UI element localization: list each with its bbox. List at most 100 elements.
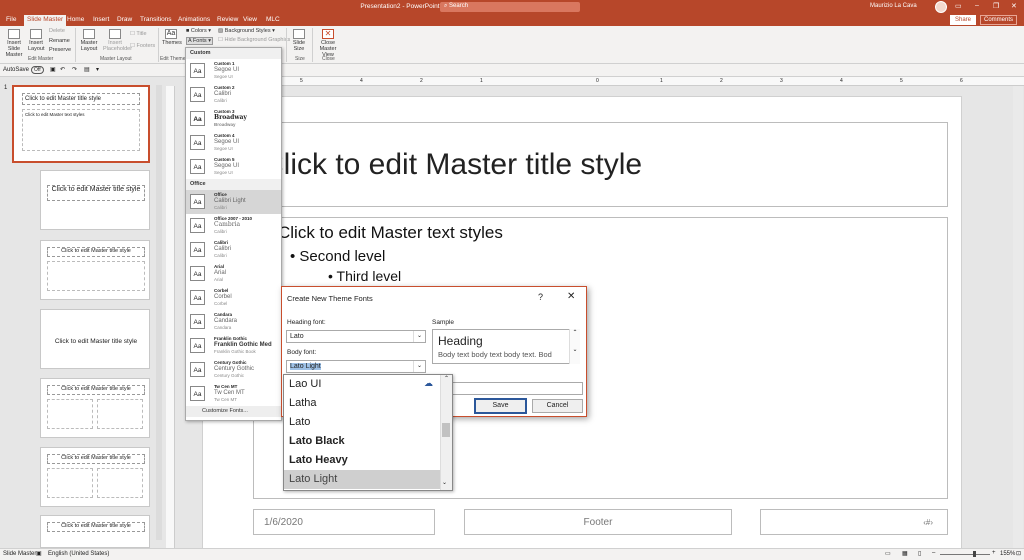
slide-sorter-icon[interactable]: ▦ (902, 550, 908, 557)
customize-fonts-button[interactable]: Customize Fonts... (186, 406, 281, 417)
rename-button[interactable]: Rename (49, 38, 70, 44)
tab-review[interactable]: Review (217, 16, 238, 23)
list-item[interactable]: Lato (284, 413, 452, 432)
tab-insert[interactable]: Insert (93, 16, 109, 23)
layout-thumbnail[interactable]: Click to edit Master title style (40, 170, 150, 230)
master-layout-button[interactable]: Master Layout (80, 29, 98, 52)
heading-font-select[interactable]: Lato ⌄ (286, 330, 426, 343)
date-placeholder[interactable]: 1/6/2020 (253, 509, 435, 535)
zoom-slider-thumb[interactable] (973, 551, 976, 557)
font-theme-item[interactable]: Aa Corbel Corbel Corbel (186, 286, 281, 310)
insert-placeholder-button[interactable]: Insert Placeholder (103, 29, 132, 52)
normal-view-icon[interactable]: ▭ (885, 550, 891, 557)
sample-scrollbar[interactable]: ⌃ ⌄ (569, 329, 580, 364)
layout-thumbnail[interactable]: Click to edit Master title style (40, 515, 150, 548)
save-icon[interactable]: ▣ (50, 66, 56, 73)
tab-file[interactable]: File (6, 16, 16, 23)
chevron-down-icon[interactable]: ⌄ (413, 331, 425, 342)
present-icon[interactable]: ▤ (84, 66, 90, 73)
help-button[interactable]: ? (538, 292, 543, 302)
tab-animations[interactable]: Animations (178, 16, 210, 23)
zoom-slider[interactable] (940, 554, 990, 555)
font-theme-item[interactable]: Aa Calibri Calibri Calibri (186, 238, 281, 262)
insert-layout-button[interactable]: Insert Layout (28, 29, 45, 52)
autosave-toggle[interactable]: Off (31, 66, 44, 74)
slide-size-button[interactable]: Slide Size (290, 29, 308, 52)
customize-qat-icon[interactable]: ▾ (96, 66, 99, 73)
maximize-icon[interactable]: ❐ (993, 2, 999, 10)
list-scroll-thumb[interactable] (442, 423, 450, 437)
font-theme-item[interactable]: Aa Century Gothic Century Gothic Century Go… (186, 358, 281, 382)
canvas-scrollbar[interactable] (1013, 86, 1023, 548)
slide-number-placeholder[interactable]: ‹#› (760, 509, 948, 535)
layout-thumbnail[interactable]: Click to edit Master title style (40, 447, 150, 507)
undo-icon[interactable]: ↶ (60, 66, 65, 73)
title-placeholder[interactable]: Click to edit Master title style (253, 122, 948, 207)
hide-background-checkbox[interactable]: ☐ Hide Background Graphics (218, 37, 290, 43)
dialog-close-button[interactable]: ✕ (567, 291, 575, 302)
font-theme-item[interactable]: Aa Office 2007 - 2010 Cambria Calibri (186, 214, 281, 238)
font-theme-item[interactable]: Aa Candara Candara Candara (186, 310, 281, 334)
thumbnail-scrollbar[interactable] (156, 85, 162, 540)
chevron-down-icon[interactable]: ⌄ (570, 346, 580, 353)
ribbon-display-icon[interactable]: ▭ (955, 2, 962, 10)
font-theme-item[interactable]: Aa Custom 5 Segoe UI Segoe UI (186, 155, 281, 179)
name-field[interactable] (432, 382, 583, 395)
tab-home[interactable]: Home (67, 16, 84, 23)
layout-thumbnail[interactable]: Click to edit Master title style (40, 378, 150, 438)
reading-view-icon[interactable]: ▯ (918, 550, 921, 557)
body-font-select[interactable]: Lato Light ⌄ (286, 360, 426, 373)
list-item-selected[interactable]: Lato Light (284, 470, 452, 489)
tab-slide-master[interactable]: Slide Master (24, 15, 67, 26)
tab-draw[interactable]: Draw (117, 16, 132, 23)
tab-view[interactable]: View (243, 16, 257, 23)
cancel-button[interactable]: Cancel (532, 399, 583, 413)
background-styles-button[interactable]: ▨ Background Styles ▾ (218, 28, 275, 34)
font-theme-item[interactable]: Aa Tw Cen MT Tw Cen MT Tw Cen MT (186, 382, 281, 406)
minimize-icon[interactable]: – (975, 2, 979, 9)
search-box[interactable]: ⌕ Search (440, 2, 580, 12)
chevron-up-icon[interactable]: ⌃ (570, 329, 580, 336)
list-item[interactable]: Latha (284, 394, 452, 413)
colors-button[interactable]: ■ Colors ▾ (186, 28, 211, 34)
themes-button[interactable]: Aa Themes (162, 29, 182, 46)
share-button[interactable]: Share (950, 15, 977, 25)
redo-icon[interactable]: ↷ (72, 66, 77, 73)
footers-checkbox[interactable]: ☐ Footers (130, 43, 155, 49)
delete-button[interactable]: Delete (49, 28, 65, 34)
font-theme-item[interactable]: Aa Custom 2 Calibri Calibri (186, 83, 281, 107)
chevron-down-icon[interactable]: ⌄ (442, 479, 447, 486)
fonts-button[interactable]: A Fonts ▾ (186, 37, 213, 45)
layout-thumbnail[interactable]: Click to edit Master title style (40, 240, 150, 300)
save-button[interactable]: Save (474, 398, 527, 414)
chevron-down-icon[interactable]: ⌄ (413, 361, 425, 372)
font-theme-item[interactable]: Aa Custom 3 Broadway Broadway (186, 107, 281, 131)
preserve-button[interactable]: Preserve (49, 47, 71, 53)
title-checkbox[interactable]: ☐ Title (130, 31, 147, 37)
zoom-in-icon[interactable]: + (992, 550, 996, 556)
list-item[interactable]: Lao UI ☁ (284, 375, 452, 394)
font-theme-item[interactable]: Aa Custom 1 Segoe UI Segoe UI (186, 59, 281, 83)
zoom-out-icon[interactable]: – (932, 550, 935, 556)
user-name[interactable]: Maurizio La Cava (870, 3, 917, 9)
close-master-view-button[interactable]: ✕ Close Master View (315, 29, 341, 58)
tab-transitions[interactable]: Transitions (140, 16, 172, 23)
font-theme-item[interactable]: Aa Arial Arial Arial (186, 262, 281, 286)
font-theme-item[interactable]: Aa Office Calibri Light Calibri (186, 190, 281, 214)
font-theme-item[interactable]: Aa Franklin Gothic Franklin Gothic Med Fran… (186, 334, 281, 358)
zoom-level[interactable]: 155% (1000, 551, 1015, 557)
close-icon[interactable]: ✕ (1011, 2, 1017, 10)
list-item[interactable]: Lato Black (284, 432, 452, 451)
layout-thumbnail[interactable]: Click to edit Master title style (40, 309, 150, 369)
insert-slide-master-button[interactable]: Insert Slide Master (3, 29, 25, 58)
avatar[interactable] (935, 1, 947, 13)
fit-slide-icon[interactable]: ⊡ (1016, 550, 1021, 557)
language[interactable]: English (United States) (48, 551, 109, 557)
list-item[interactable]: Lato Heavy (284, 451, 452, 470)
comments-button[interactable]: Comments (980, 15, 1018, 25)
footer-placeholder[interactable]: Footer (464, 509, 732, 535)
master-thumbnail[interactable]: Click to edit Master title style Click t… (12, 85, 150, 163)
spelling-icon[interactable]: ▣ (36, 550, 42, 557)
tab-mlc[interactable]: MLC (266, 16, 280, 23)
font-theme-item[interactable]: Aa Custom 4 Segoe UI Segoe UI (186, 131, 281, 155)
